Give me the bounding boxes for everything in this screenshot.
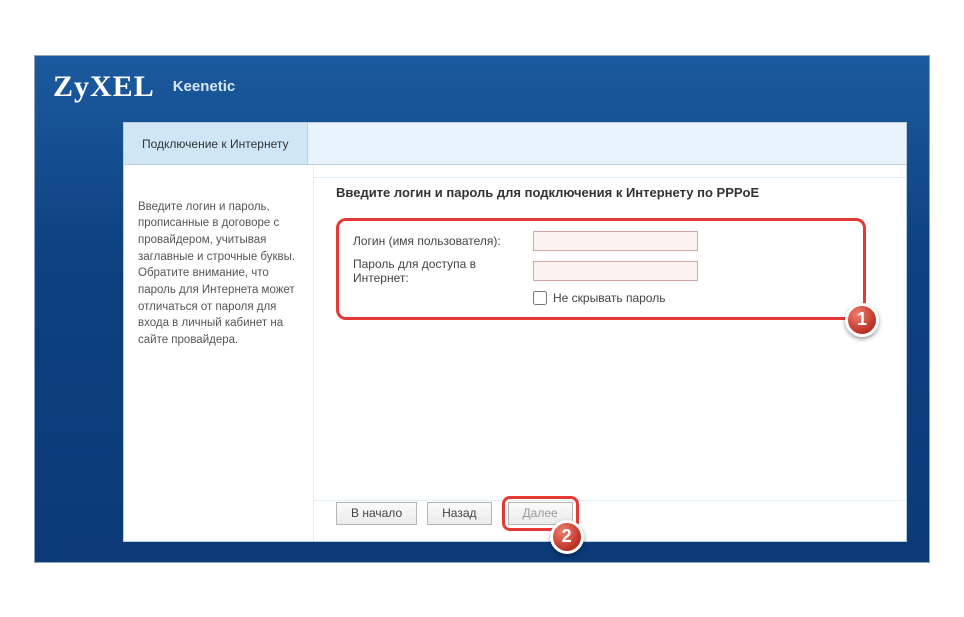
show-password-label: Не скрывать пароль — [553, 291, 665, 305]
row-login: Логин (имя пользователя): — [353, 231, 849, 251]
row-password: Пароль для доступа в Интернет: — [353, 257, 849, 285]
sidebar: Введите логин и пароль, прописанные в до… — [124, 165, 314, 541]
password-input[interactable] — [533, 261, 698, 281]
row-show-password: Не скрывать пароль — [533, 291, 849, 305]
brand-product: Keenetic — [173, 78, 236, 95]
annotation-badge-1: 1 — [845, 303, 879, 337]
next-button-highlight: Далее 2 — [502, 496, 579, 531]
wizard-panel: Подключение к Интернету Введите логин и … — [123, 122, 907, 542]
tab-internet-connection[interactable]: Подключение к Интернету — [124, 123, 308, 164]
sidebar-help-text: Введите логин и пароль, прописанные в до… — [138, 199, 299, 349]
show-password-checkbox[interactable] — [533, 291, 547, 305]
top-divider — [314, 177, 906, 178]
tab-row: Подключение к Интернету — [124, 123, 906, 165]
form-highlight-box: Логин (имя пользователя): Пароль для дос… — [336, 218, 866, 320]
annotation-badge-2: 2 — [550, 520, 584, 554]
login-label: Логин (имя пользователя): — [353, 234, 533, 248]
login-input[interactable] — [533, 231, 698, 251]
brand-logo: ZyXEL — [53, 70, 155, 104]
main-heading: Введите логин и пароль для подключения к… — [336, 185, 884, 200]
panel-body: Введите логин и пароль, прописанные в до… — [124, 165, 906, 541]
password-label: Пароль для доступа в Интернет: — [353, 257, 533, 285]
main-area: Введите логин и пароль для подключения к… — [314, 165, 906, 541]
back-button[interactable]: Назад — [427, 502, 491, 525]
home-button[interactable]: В начало — [336, 502, 417, 525]
router-admin-frame: ZyXEL Keenetic Подключение к Интернету В… — [34, 55, 930, 563]
button-row: В начало Назад Далее 2 — [336, 496, 579, 531]
brand-bar: ZyXEL Keenetic — [35, 56, 929, 116]
